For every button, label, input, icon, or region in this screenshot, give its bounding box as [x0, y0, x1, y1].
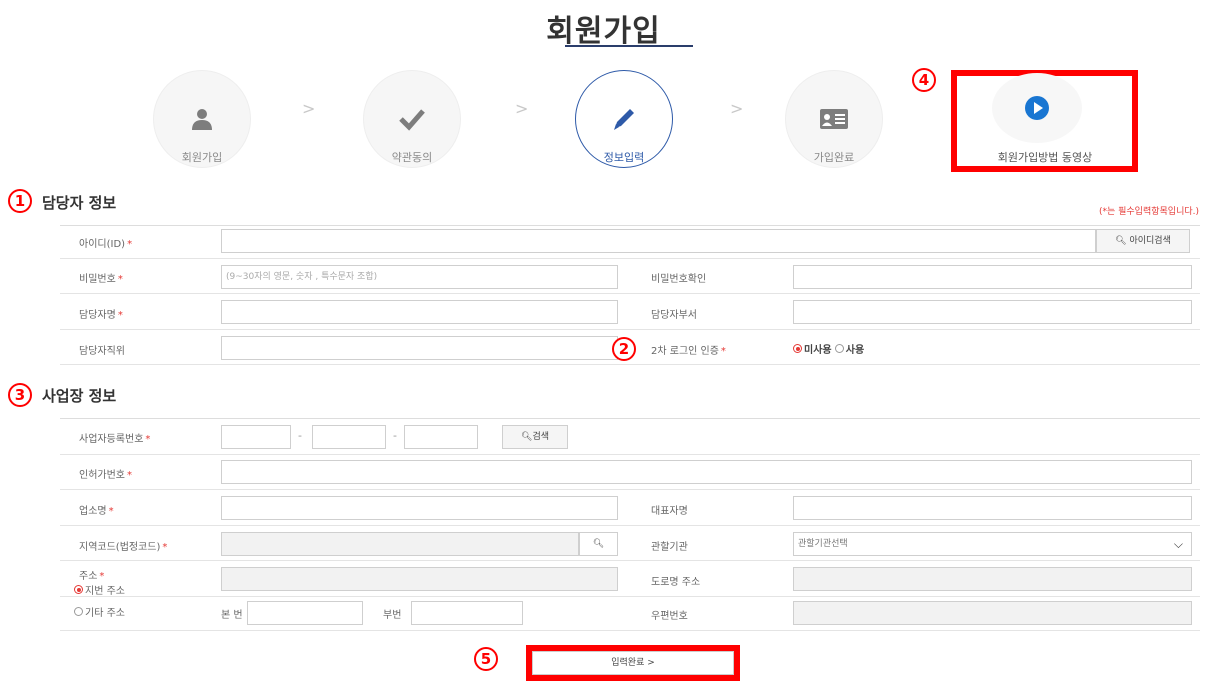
step-arrow: >: [730, 99, 744, 118]
main-number-label: 본 번: [221, 610, 243, 621]
representative-input[interactable]: [793, 496, 1192, 520]
manager-name-label: 담당자명 *: [79, 310, 123, 321]
representative-label: 대표자명: [651, 506, 688, 517]
two-factor-on-radio[interactable]: [834, 344, 844, 353]
callout-1: 1: [8, 189, 32, 213]
submit-button[interactable]: 입력완료 >: [532, 651, 734, 675]
highlight-box-submit: 입력완료 >: [526, 645, 740, 681]
step-arrow: >: [302, 99, 316, 118]
divider: [60, 258, 1200, 259]
manager-position-input[interactable]: [221, 336, 618, 360]
divider: [60, 454, 1200, 455]
id-search-button[interactable]: 🔍︎ 아이디검색: [1096, 229, 1190, 253]
biz-number-dash: -: [393, 429, 397, 442]
authority-label: 관할기관: [651, 542, 688, 553]
divider: [60, 630, 1200, 631]
road-address-input: [793, 567, 1192, 591]
page-title: 회원가입: [546, 14, 661, 49]
required-note: (*는 필수입력항목입니다.): [1098, 207, 1199, 217]
divider: [60, 225, 1200, 226]
user-icon: [192, 109, 212, 130]
callout-3: 3: [8, 383, 32, 407]
callout-4: 4: [912, 68, 936, 92]
section-title-manager: 담당자 정보: [42, 194, 117, 212]
divider: [60, 560, 1200, 561]
jibun-address-input: [221, 567, 618, 591]
divider: [60, 364, 1200, 365]
divider: [60, 596, 1200, 597]
step-label-signup: 회원가입: [181, 151, 223, 164]
biz-search-label: 검색: [532, 432, 549, 442]
id-search-label: 아이디검색: [1129, 236, 1171, 246]
postal-code-input: [793, 601, 1192, 625]
two-factor-options: 미사용 사용: [793, 341, 864, 356]
sub-number-input[interactable]: [411, 601, 523, 625]
two-factor-off-radio[interactable]: [793, 344, 802, 353]
biz-number-part1[interactable]: [221, 425, 291, 449]
divider: [60, 329, 1200, 330]
divider: [60, 418, 1200, 419]
other-address-radio[interactable]: [74, 607, 83, 616]
address-option-other: 기타 주소: [74, 604, 125, 619]
biz-number-part3[interactable]: [404, 425, 478, 449]
address-option-jibun: 지번 주소: [74, 582, 125, 597]
road-address-label: 도로명 주소: [651, 577, 701, 588]
id-card-icon: [820, 109, 848, 129]
id-label: 아이디(ID) *: [79, 239, 133, 250]
callout-2: 2: [612, 337, 636, 361]
password-input[interactable]: (9~30자의 영문, 숫자 , 특수문자 조합): [221, 265, 618, 289]
biz-number-label: 사업자등록번호 *: [79, 434, 151, 445]
step-label-terms: 약관동의: [391, 151, 433, 164]
divider: [60, 489, 1200, 490]
two-factor-off-label: 미사용: [804, 345, 832, 356]
biz-number-part2[interactable]: [312, 425, 386, 449]
check-icon: [399, 109, 425, 131]
business-name-label: 업소명 *: [79, 506, 114, 517]
two-factor-on-label: 사용: [845, 345, 865, 356]
play-icon[interactable]: [1024, 95, 1050, 121]
search-icon: 🔍︎: [521, 432, 533, 442]
chevron-down-icon: ⌵: [1173, 537, 1183, 551]
step-label-video[interactable]: 회원가입방법 동영상: [975, 149, 1115, 165]
step-label-complete: 가입완료: [813, 151, 855, 164]
biz-search-button[interactable]: 🔍︎검색: [502, 425, 568, 449]
password-confirm-input[interactable]: [793, 265, 1192, 289]
search-icon: 🔍︎: [592, 539, 605, 549]
sub-number-label: 부번: [383, 610, 402, 621]
jibun-address-radio[interactable]: [74, 585, 83, 594]
id-input[interactable]: [221, 229, 1096, 253]
password-confirm-label: 비밀번호확인: [651, 274, 707, 285]
postal-code-label: 우편번호: [651, 611, 688, 622]
divider: [60, 525, 1200, 526]
manager-dept-input[interactable]: [793, 300, 1192, 324]
pencil-icon: [614, 109, 634, 130]
license-label: 인허가번호 *: [79, 470, 132, 481]
two-factor-label: 2차 로그인 인증 *: [651, 346, 726, 357]
region-code-label: 지역코드(법정코드) *: [79, 542, 168, 553]
step-arrow: >: [515, 99, 529, 118]
step-label-info-input: 정보입력: [603, 151, 645, 164]
title-underline: [565, 45, 693, 47]
license-input[interactable]: [221, 460, 1192, 484]
password-label: 비밀번호 *: [79, 274, 123, 285]
manager-dept-label: 담당자부서: [651, 310, 697, 321]
section-title-business: 사업장 정보: [42, 387, 117, 405]
manager-position-label: 담당자직위: [79, 346, 125, 357]
other-address-label: 기타 주소: [85, 608, 125, 619]
region-code-input: [221, 532, 579, 556]
callout-5: 5: [474, 646, 498, 671]
authority-select-value: 관할기관선택: [798, 539, 848, 549]
region-search-button[interactable]: 🔍︎: [579, 532, 618, 556]
step-video[interactable]: [992, 73, 1082, 143]
manager-name-input[interactable]: [221, 300, 618, 324]
biz-number-dash: -: [298, 429, 302, 442]
main-number-input[interactable]: [247, 601, 363, 625]
search-icon: 🔍︎: [1115, 236, 1127, 246]
business-name-input[interactable]: [221, 496, 618, 520]
authority-select[interactable]: 관할기관선택 ⌵: [793, 532, 1192, 556]
divider: [60, 293, 1200, 294]
address-label: 주소 *: [79, 571, 105, 582]
